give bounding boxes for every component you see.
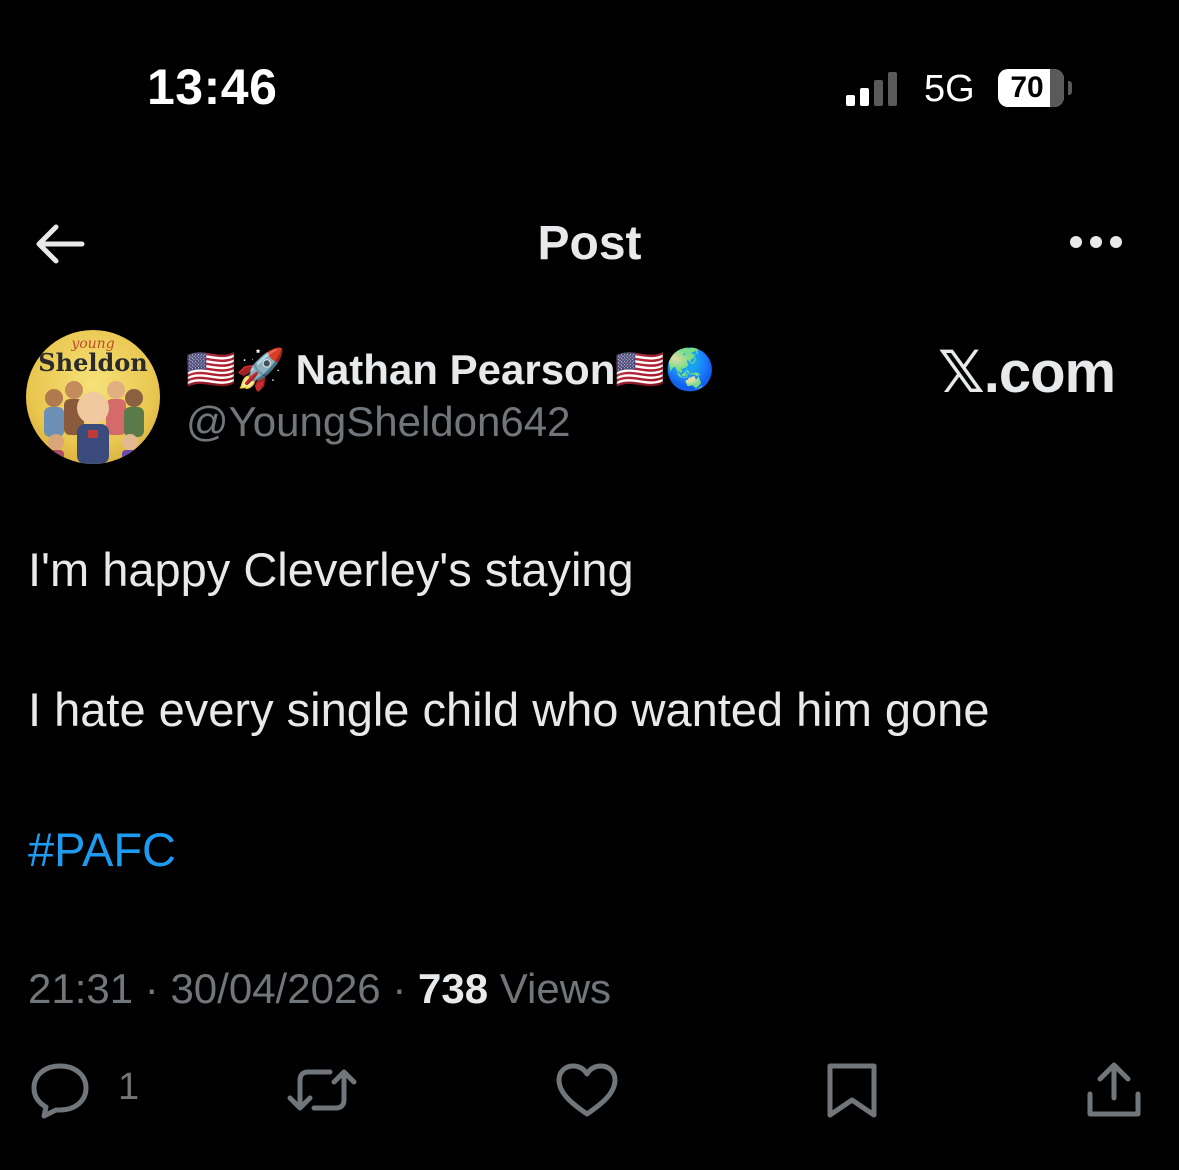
- more-dots-icon: [1070, 236, 1082, 248]
- post-meta: 21:31 · 30/04/2026 · 738 Views: [28, 965, 612, 1012]
- author-name: Nathan Pearson: [295, 346, 616, 393]
- signal-strength-icon: [846, 70, 906, 106]
- battery-level: 70: [1010, 71, 1044, 104]
- hashtag-link[interactable]: #PAFC: [28, 822, 176, 877]
- avatar-text-main: Sheldon: [38, 348, 148, 377]
- repost-icon: [287, 1069, 357, 1111]
- like-button[interactable]: [554, 1060, 620, 1120]
- battery-icon: 70: [998, 69, 1072, 107]
- like-icon: [556, 1063, 618, 1117]
- x-watermark: 𝕏.com: [938, 340, 1116, 405]
- bookmark-button[interactable]: [822, 1060, 882, 1120]
- share-icon: [1087, 1062, 1141, 1117]
- repost-button[interactable]: [286, 1060, 358, 1120]
- post-text-line-1: I'm happy Cleverley's staying: [28, 543, 634, 596]
- reply-button[interactable]: [28, 1060, 92, 1120]
- name-suffix-emoji: 🇺🇸🌏: [615, 348, 715, 392]
- post-time: 21:31: [28, 965, 134, 1012]
- reply-icon: [31, 1063, 89, 1119]
- avatar[interactable]: young Sheldon: [26, 330, 160, 464]
- post-text-line-2: I hate every single child who wanted him…: [28, 683, 990, 736]
- views-label: Views: [499, 965, 612, 1012]
- more-options-button[interactable]: [1064, 228, 1128, 256]
- display-name[interactable]: 🇺🇸🚀 Nathan Pearson 🇺🇸🌏: [186, 340, 715, 400]
- reply-count: 1: [118, 1066, 140, 1108]
- name-prefix-emoji: 🇺🇸🚀: [186, 348, 286, 392]
- views-count[interactable]: 738: [418, 965, 488, 1012]
- page-title: Post: [537, 217, 642, 270]
- bookmark-icon: [827, 1063, 877, 1118]
- network-type: 5G: [924, 68, 975, 110]
- author-handle[interactable]: @YoungSheldon642: [186, 398, 570, 446]
- share-button[interactable]: [1084, 1060, 1144, 1120]
- status-time: 13:46: [147, 59, 278, 115]
- post-date: 30/04/2026: [170, 965, 381, 1012]
